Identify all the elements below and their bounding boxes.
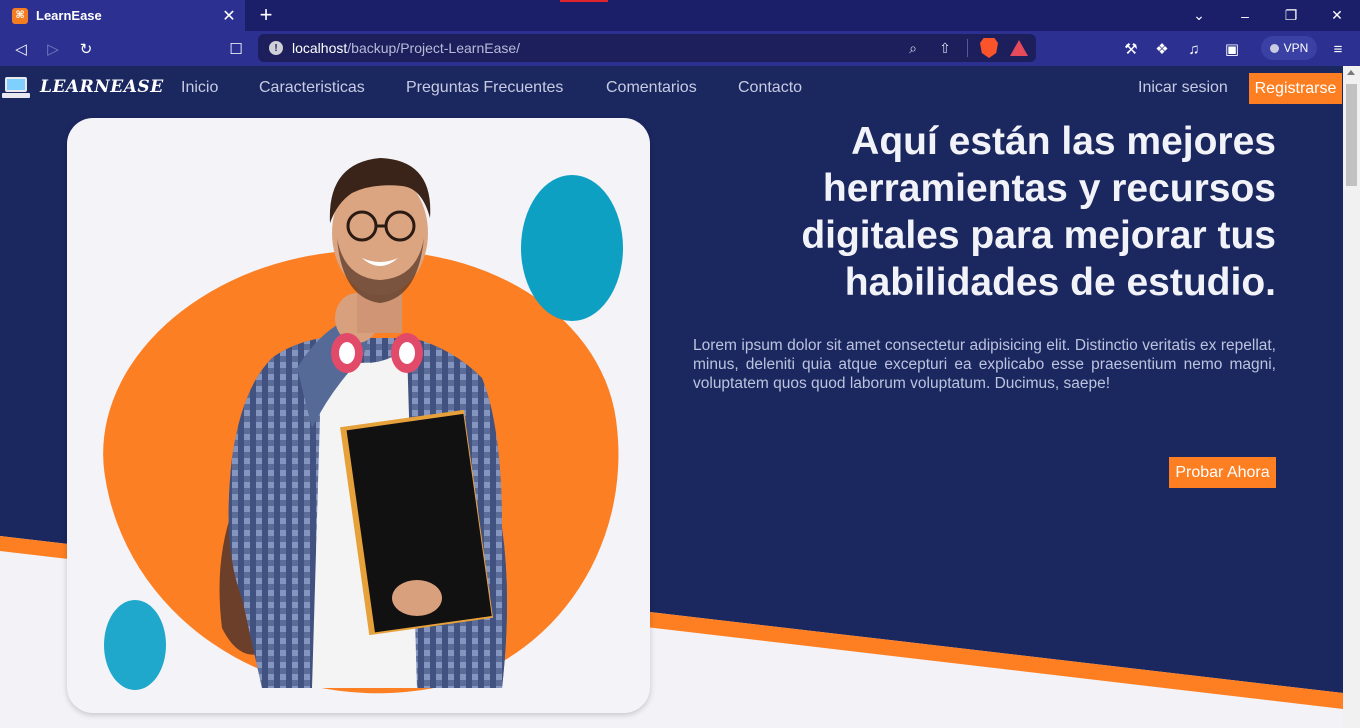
page-scrollbar[interactable]: [1343, 66, 1360, 728]
wallet-icon[interactable]: ▣: [1219, 36, 1245, 62]
login-link[interactable]: Inicar sesion: [1138, 79, 1228, 97]
scrollbar-thumb[interactable]: [1346, 84, 1357, 186]
student-photo: [219, 158, 507, 688]
restore-icon[interactable]: ❐: [1268, 0, 1314, 31]
laptop-book-icon: [2, 75, 30, 99]
browser-tab-strip: ⌘ LearnEase ✕ + ⌄ – ❐ ✕: [0, 0, 1360, 31]
extensions-icon[interactable]: ❖: [1149, 36, 1175, 62]
xampp-icon: ⌘: [12, 7, 28, 24]
back-icon[interactable]: ◁: [8, 36, 34, 62]
share-icon[interactable]: ⇧: [935, 38, 955, 58]
new-tab-icon[interactable]: +: [254, 2, 278, 27]
nav-preguntas-frecuentes[interactable]: Preguntas Frecuentes: [406, 79, 563, 97]
media-controls-icon[interactable]: ♫: [1181, 36, 1207, 62]
menu-icon[interactable]: ≡: [1325, 36, 1351, 62]
brave-rewards-icon[interactable]: [1010, 40, 1028, 56]
window-close-icon[interactable]: ✕: [1314, 0, 1360, 31]
url-host: localhost: [292, 40, 348, 56]
forward-icon[interactable]: ▷: [40, 36, 66, 62]
reload-icon[interactable]: ↻: [73, 36, 99, 62]
vpn-button[interactable]: VPN: [1261, 36, 1317, 60]
wand-extension-icon[interactable]: ⚒: [1118, 36, 1144, 62]
register-button[interactable]: Registrarse: [1249, 73, 1342, 104]
teal-circle-decoration: [521, 175, 623, 321]
nav-caracteristicas[interactable]: Caracteristicas: [259, 79, 365, 97]
bookmark-icon[interactable]: ☐: [223, 36, 249, 62]
hero-description: Lorem ipsum dolor sit amet consectetur a…: [693, 337, 1276, 392]
nav-inicio[interactable]: Inicio: [181, 79, 218, 97]
zoom-icon[interactable]: ⌕: [903, 38, 923, 58]
hero-image-card: [67, 118, 650, 713]
tab-search-chevron-icon[interactable]: ⌄: [1176, 0, 1222, 31]
close-tab-icon[interactable]: ✕: [217, 4, 241, 28]
browser-toolbar: ◁ ▷ ↻ ☐ ! localhost/backup/Project-Learn…: [0, 31, 1360, 66]
teal-circle-decoration-small: [104, 600, 166, 690]
vpn-status-icon: [1269, 43, 1279, 53]
tab-title: LearnEase: [36, 8, 102, 23]
divider: [967, 39, 968, 57]
try-now-button[interactable]: Probar Ahora: [1169, 457, 1276, 488]
web-page: LEARNEASE Inicio Caracteristicas Pregunt…: [0, 66, 1343, 728]
url-path: /backup/Project-LearnEase/: [347, 40, 521, 56]
vpn-label: VPN: [1283, 41, 1309, 55]
minimize-icon[interactable]: –: [1222, 0, 1268, 31]
hero-headline: Aquí están las mejores herramientas y re…: [801, 120, 1276, 304]
nav-contacto[interactable]: Contacto: [738, 79, 802, 97]
scroll-up-arrow-icon[interactable]: [1347, 70, 1355, 75]
site-navbar: LEARNEASE Inicio Caracteristicas Pregunt…: [0, 66, 1343, 112]
nav-comentarios[interactable]: Comentarios: [606, 79, 697, 97]
address-bar[interactable]: ! localhost/backup/Project-LearnEase/ ⌕ …: [258, 34, 1036, 62]
brand-name: LEARNEASE: [40, 77, 164, 97]
site-info-icon[interactable]: !: [269, 41, 283, 55]
browser-tab[interactable]: ⌘ LearnEase ✕: [0, 0, 245, 31]
media-indicator: [560, 0, 608, 2]
brave-shields-icon[interactable]: [980, 38, 998, 58]
site-logo[interactable]: LEARNEASE: [2, 75, 164, 99]
